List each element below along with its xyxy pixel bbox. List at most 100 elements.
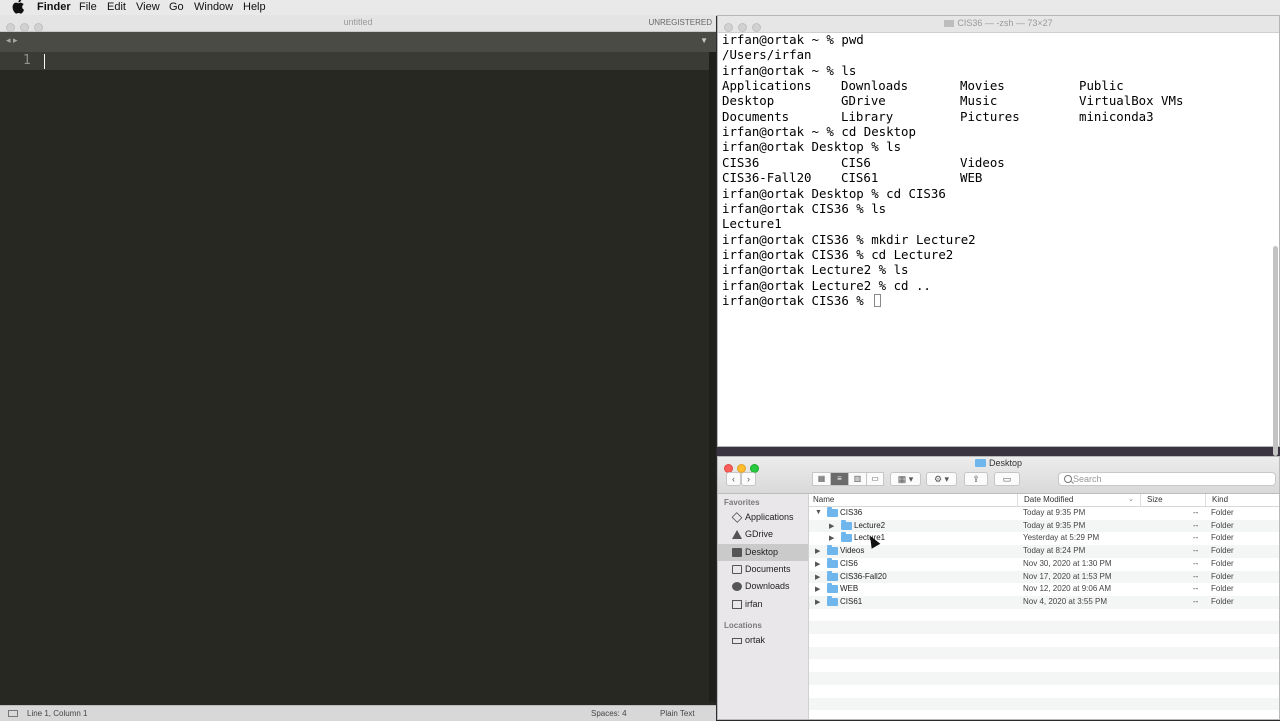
- menu-edit[interactable]: Edit: [107, 0, 126, 15]
- column-date-header[interactable]: Date Modified: [1024, 495, 1073, 504]
- forward-button[interactable]: ›: [741, 472, 756, 486]
- action-gear-icon[interactable]: ⚙ ▾: [926, 472, 957, 486]
- disclosure-closed-icon[interactable]: ▶: [815, 573, 820, 581]
- table-row[interactable]: ▶ WEB Nov 12, 2020 at 9:06 AM -- Folder: [809, 583, 1279, 596]
- file-size: --: [1193, 584, 1199, 594]
- disclosure-closed-icon[interactable]: ▶: [829, 522, 834, 530]
- terminal-text: Documents: [722, 108, 790, 124]
- terminal-text: irfan@ortak ~ % cd Desktop: [722, 124, 916, 140]
- unregistered-badge: UNREGISTERED: [648, 18, 712, 27]
- menu-help[interactable]: Help: [243, 0, 266, 15]
- list-view-icon[interactable]: ≡: [830, 472, 848, 486]
- syntax-setting[interactable]: Plain Text: [660, 706, 695, 721]
- search-field[interactable]: [1058, 472, 1276, 486]
- finder-window: Desktop ‹ › ▦≡▥▭ ▦ ▾ ⚙ ▾ ⇪ ▭ Favorites A…: [717, 456, 1280, 720]
- column-view-icon[interactable]: ▥: [848, 472, 866, 486]
- finder-title: Desktop: [718, 458, 1279, 468]
- menu-app-finder[interactable]: Finder: [37, 0, 71, 15]
- menu-view[interactable]: View: [136, 0, 160, 15]
- disclosure-closed-icon[interactable]: ▶: [815, 547, 820, 555]
- cursor-position[interactable]: Line 1, Column 1: [27, 706, 87, 721]
- terminal-text: miniconda3: [1079, 108, 1154, 124]
- tab-nav-arrows-icon[interactable]: ◂ ▸: [6, 35, 18, 46]
- terminal-text: Library: [841, 108, 894, 124]
- share-icon[interactable]: ⇪: [964, 472, 988, 486]
- disclosure-closed-icon[interactable]: ▶: [815, 598, 820, 606]
- folder-icon: [841, 532, 852, 543]
- terminal-title-text: CIS36 — -zsh — 73×27: [957, 18, 1053, 28]
- folder-icon: [827, 595, 838, 606]
- sidebar-item-desktop[interactable]: Desktop: [718, 544, 808, 561]
- file-date: Yesterday at 5:29 PM: [1023, 533, 1100, 543]
- column-kind-header[interactable]: Kind: [1212, 495, 1228, 504]
- terminal-scrollbar[interactable]: [1273, 246, 1278, 456]
- sidebar-item-label: Documents: [745, 564, 791, 574]
- group-by-button[interactable]: ▦ ▾: [890, 472, 921, 486]
- disclosure-closed-icon[interactable]: ▶: [829, 534, 834, 542]
- terminal-text: Movies: [960, 78, 1005, 94]
- column-separator[interactable]: [1017, 494, 1018, 506]
- disclosure-closed-icon[interactable]: ▶: [815, 585, 820, 593]
- file-name: CIS36: [840, 508, 863, 517]
- file-date: Nov 17, 2020 at 1:53 PM: [1023, 571, 1112, 581]
- search-input[interactable]: [1073, 473, 1263, 485]
- menu-file[interactable]: File: [79, 0, 97, 15]
- file-name: WEB: [840, 584, 859, 594]
- editor-scrollbar[interactable]: [709, 52, 716, 702]
- terminal-window: CIS36 — -zsh — 73×27 irfan@ortak ~ % pwd…: [717, 15, 1280, 456]
- menu-go[interactable]: Go: [169, 0, 184, 15]
- file-kind: Folder: [1211, 596, 1234, 606]
- back-button[interactable]: ‹: [726, 472, 741, 486]
- file-kind: Folder: [1211, 508, 1234, 517]
- applications-icon: [731, 512, 743, 523]
- terminal-text: Lecture1: [722, 216, 782, 232]
- terminal-titlebar[interactable]: CIS36 — -zsh — 73×27: [718, 16, 1279, 33]
- file-size: --: [1193, 508, 1199, 517]
- terminal-text: irfan@ortak CIS36 % ls: [722, 200, 887, 216]
- table-row[interactable]: ▶ CIS61 Nov 4, 2020 at 3:55 PM -- Folder: [809, 595, 1279, 609]
- sidebar-item-irfan[interactable]: irfan: [718, 596, 808, 613]
- terminal-output[interactable]: irfan@ortak ~ % pwd/Users/irfan irfan@ort…: [722, 32, 1267, 442]
- icon-view-icon[interactable]: ▦: [812, 472, 830, 486]
- sidebar-item-documents[interactable]: Documents: [718, 561, 808, 578]
- empty-row: [809, 609, 1279, 622]
- terminal-text: Downloads: [841, 78, 909, 94]
- sidebar-item-applications[interactable]: Applications: [718, 509, 808, 526]
- column-name-header[interactable]: Name: [813, 495, 834, 504]
- terminal-text: irfan@ortak Lecture2 % cd ..: [722, 277, 931, 293]
- panel-toggle-icon[interactable]: [8, 710, 18, 717]
- table-row[interactable]: ▶ CIS6 Nov 30, 2020 at 1:30 PM -- Folder: [809, 557, 1279, 571]
- terminal-text: irfan@ortak Desktop % cd CIS36: [722, 185, 946, 201]
- table-row[interactable]: ▶ Lecture2 Today at 9:35 PM -- Folder: [809, 519, 1279, 533]
- column-separator[interactable]: [1205, 494, 1206, 506]
- tab-dropdown-icon[interactable]: ▼: [700, 36, 708, 45]
- sidebar-item-ortak[interactable]: ortak: [718, 632, 808, 649]
- disclosure-open-icon[interactable]: ▼: [815, 509, 822, 516]
- table-row[interactable]: ▶ CIS36-Fall20 Nov 17, 2020 at 1:53 PM -- Fo…: [809, 570, 1279, 584]
- folder-icon: [974, 459, 986, 467]
- folder-icon: [827, 557, 838, 568]
- disclosure-closed-icon[interactable]: ▶: [815, 560, 820, 568]
- gdrive-icon: [732, 530, 742, 539]
- file-kind: Folder: [1211, 571, 1234, 581]
- terminal-text: CIS36-Fall20: [722, 170, 812, 186]
- empty-row: [809, 659, 1279, 672]
- indentation-setting[interactable]: Spaces: 4: [591, 706, 627, 721]
- column-separator[interactable]: [1140, 494, 1141, 506]
- home-icon: [732, 600, 742, 609]
- column-size-header[interactable]: Size: [1147, 495, 1163, 504]
- table-row[interactable]: ▶ Videos Today at 8:24 PM -- Folder: [809, 545, 1279, 558]
- editor-titlebar[interactable]: untitled UNREGISTERED: [0, 15, 716, 32]
- tag-icon[interactable]: ▭: [994, 472, 1020, 486]
- apple-menu-icon[interactable]: [11, 0, 25, 14]
- menu-window[interactable]: Window: [194, 0, 233, 15]
- file-date: Nov 4, 2020 at 3:55 PM: [1023, 596, 1108, 606]
- table-row[interactable]: ▼ CIS36 Today at 9:35 PM -- Folder: [809, 507, 1279, 520]
- terminal-text: GDrive: [841, 93, 886, 109]
- file-date: Today at 9:35 PM: [1023, 520, 1086, 530]
- gallery-view-icon[interactable]: ▭: [866, 472, 884, 486]
- file-name: CIS61: [840, 596, 863, 606]
- sidebar-item-downloads[interactable]: Downloads: [718, 578, 808, 595]
- sidebar-item-gdrive[interactable]: GDrive: [718, 526, 808, 543]
- folder-icon: [827, 507, 838, 517]
